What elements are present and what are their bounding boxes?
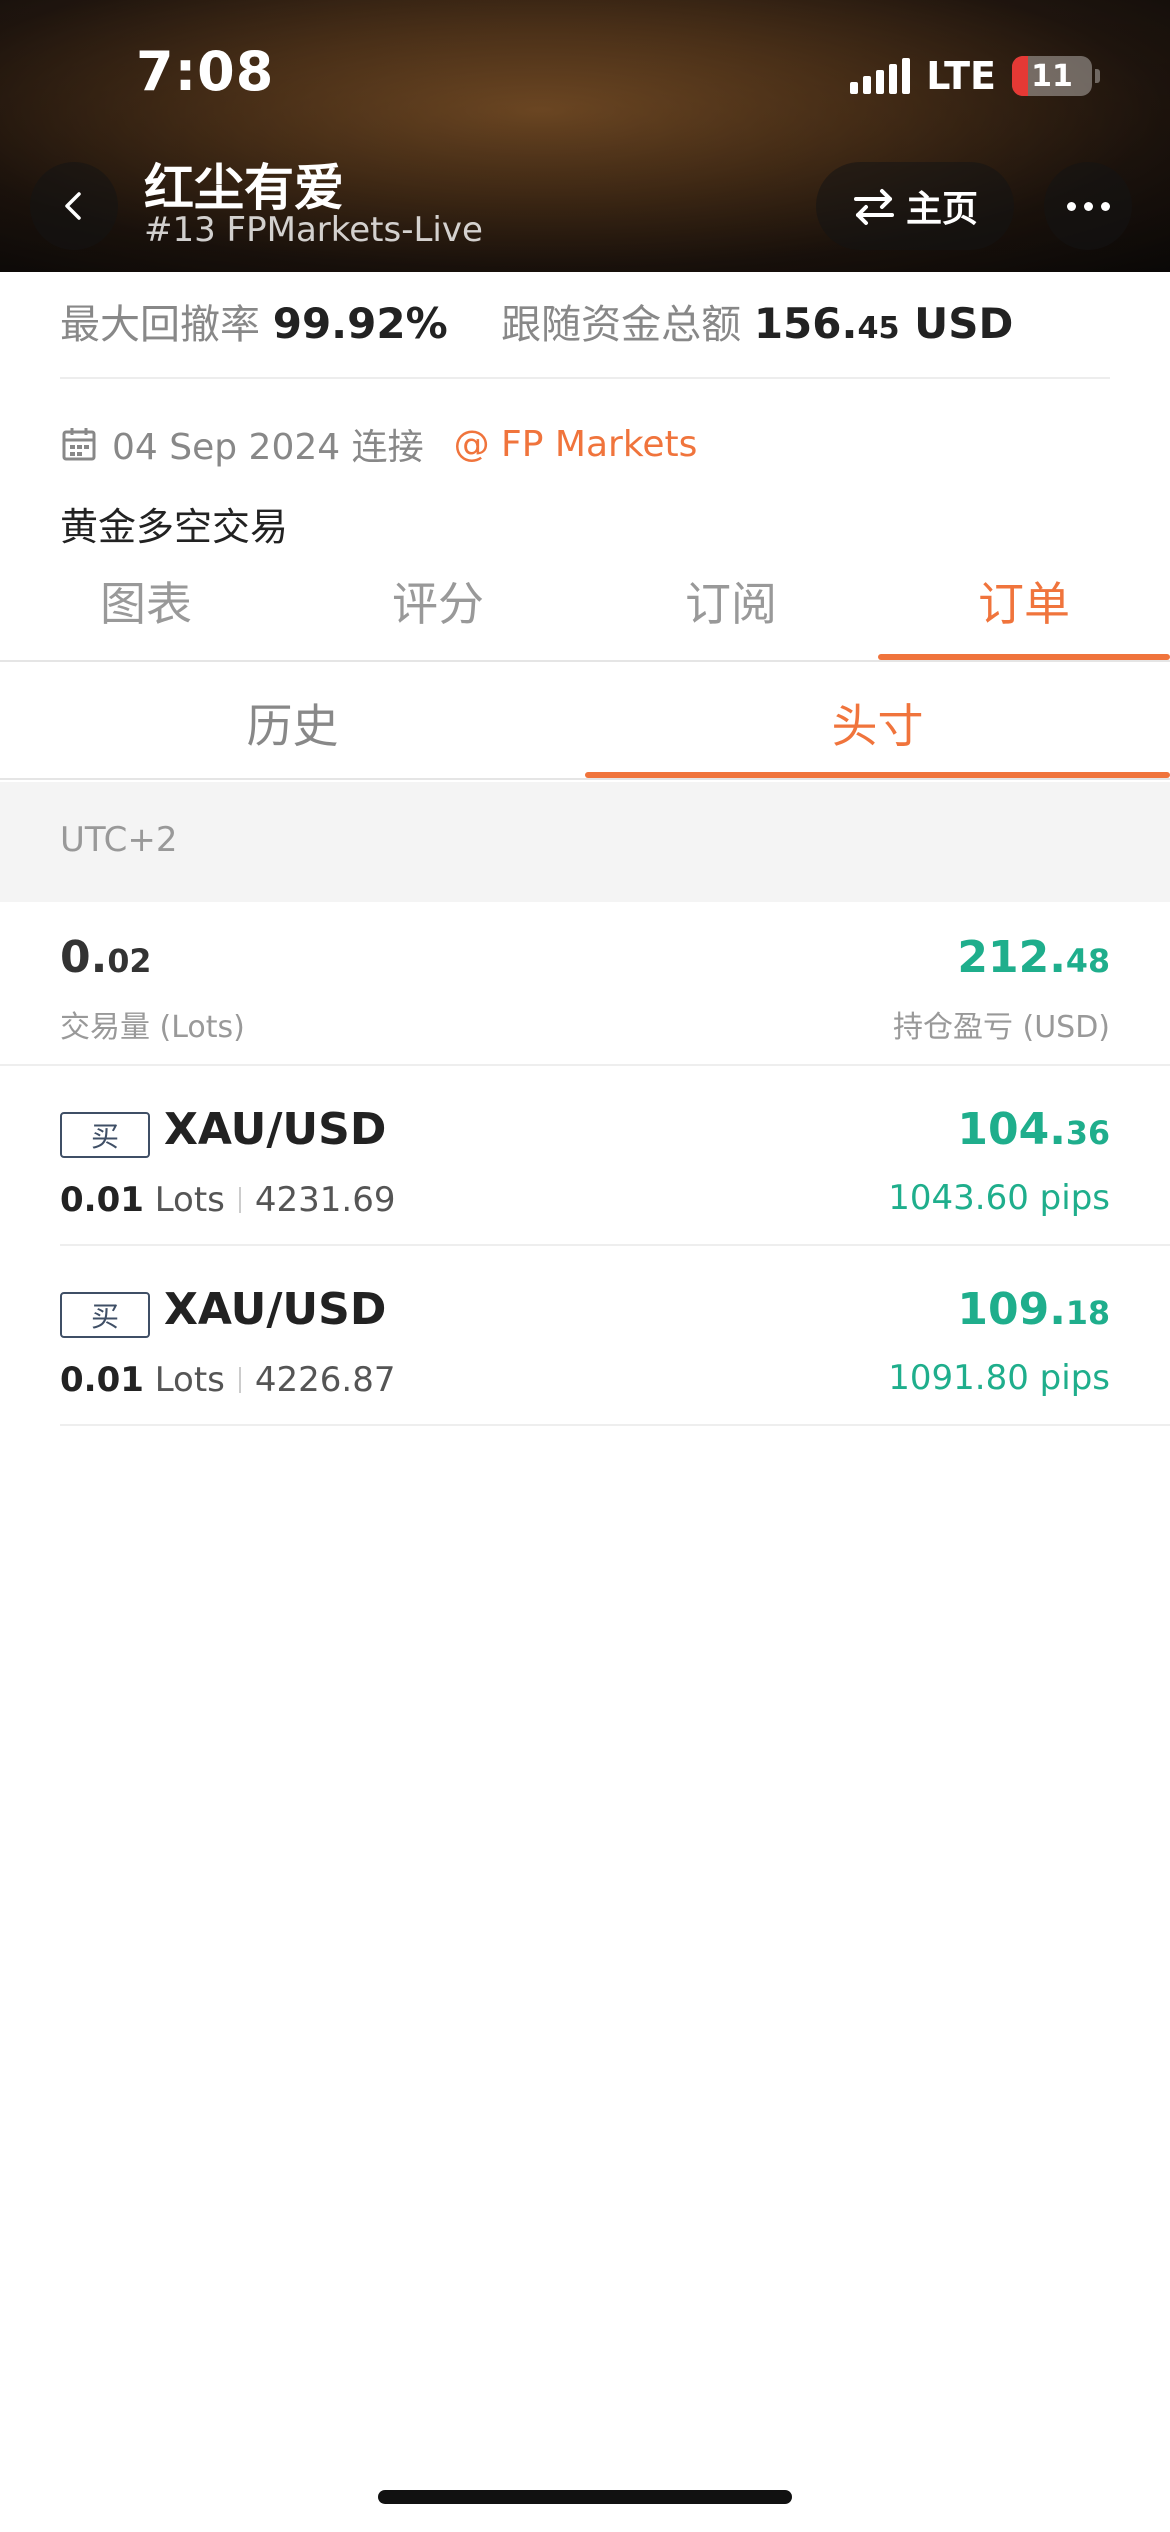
total-volume-label: 交易量 (Lots) [60, 1010, 245, 1045]
timezone-bar: UTC+2 [0, 782, 1170, 902]
back-icon [65, 192, 81, 220]
back-button[interactable] [30, 162, 118, 250]
floating-pnl-label: 持仓盈亏 (USD) [892, 1010, 1110, 1045]
main-tabs: 图表 评分 订阅 订单 [0, 552, 1170, 662]
position-pnl: 104.36 [957, 1104, 1110, 1155]
profile-header: 7:08 LTE 11 红尘有爱 #13 FPMarkets-Live 主页 [0, 0, 1170, 272]
position-row[interactable]: 买 XAU/USD 0.01 Lots 4226.87 109.18 1091.8… [60, 1246, 1170, 1426]
side-badge: 买 [60, 1112, 150, 1158]
home-button[interactable]: 主页 [816, 162, 1014, 250]
position-pips: 1043.60 pips [888, 1178, 1110, 1218]
swap-icon [853, 189, 894, 225]
signal-icon [850, 58, 911, 94]
subtab-history[interactable]: 历史 [0, 690, 585, 756]
connected-date: 04 Sep 2024 连接 [112, 427, 424, 468]
network-label: LTE [926, 54, 996, 98]
stats-row: 最大回撤率 99.92% 跟随资金总额 156.45 USD [60, 292, 1013, 350]
order-subtabs: 历史 头寸 [0, 662, 1170, 780]
divider [60, 377, 1110, 379]
position-symbol: XAU/USD [164, 1104, 387, 1155]
total-volume: 0.02 [60, 932, 152, 983]
funds-label: 跟随资金总额 [501, 302, 742, 348]
strategy-description: 黄金多空交易 [60, 505, 289, 549]
open-price: 4226.87 [254, 1360, 396, 1400]
status-icons: LTE 11 [850, 54, 1100, 98]
active-subtab-indicator [585, 772, 1170, 778]
position-row[interactable]: 买 XAU/USD 0.01 Lots 4231.69 104.36 1043.6… [60, 1066, 1170, 1246]
status-time: 7:08 [136, 40, 275, 103]
funds-value: 156.45 USD [753, 299, 1014, 348]
tab-chart[interactable]: 图表 [0, 568, 292, 634]
position-symbol: XAU/USD [164, 1284, 387, 1335]
floating-pnl: 212.48 [957, 932, 1110, 983]
subtab-positions[interactable]: 头寸 [585, 690, 1170, 756]
drawdown-label: 最大回撤率 [60, 302, 260, 348]
meta-row: 04 Sep 2024 连接 @ FP Markets [60, 418, 697, 470]
tab-rating[interactable]: 评分 [292, 568, 584, 634]
side-badge: 买 [60, 1292, 150, 1338]
broker-link[interactable]: @ FP Markets [454, 424, 698, 465]
home-indicator[interactable] [378, 2490, 792, 2504]
active-tab-indicator [878, 654, 1170, 660]
position-pips: 1091.80 pips [888, 1358, 1110, 1398]
position-pnl: 109.18 [957, 1284, 1110, 1335]
position-lots: 0.01 Lots 4226.87 [60, 1360, 396, 1400]
position-lots: 0.01 Lots 4231.69 [60, 1180, 396, 1220]
battery-icon: 11 [1012, 56, 1100, 96]
open-price: 4231.69 [254, 1180, 396, 1220]
battery-level: 11 [1031, 58, 1073, 94]
more-button[interactable] [1044, 162, 1132, 250]
tab-orders[interactable]: 订单 [878, 568, 1170, 634]
timezone-label: UTC+2 [60, 820, 178, 860]
account-id: #13 FPMarkets-Live [144, 210, 483, 250]
drawdown-value: 99.92% [272, 299, 448, 348]
tab-subscribe[interactable]: 订阅 [585, 568, 877, 634]
positions-summary: 0.02 交易量 (Lots) 212.48 持仓盈亏 (USD) [0, 902, 1170, 1066]
home-label: 主页 [905, 189, 978, 230]
more-icon [1066, 201, 1076, 211]
calendar-icon [62, 428, 96, 461]
